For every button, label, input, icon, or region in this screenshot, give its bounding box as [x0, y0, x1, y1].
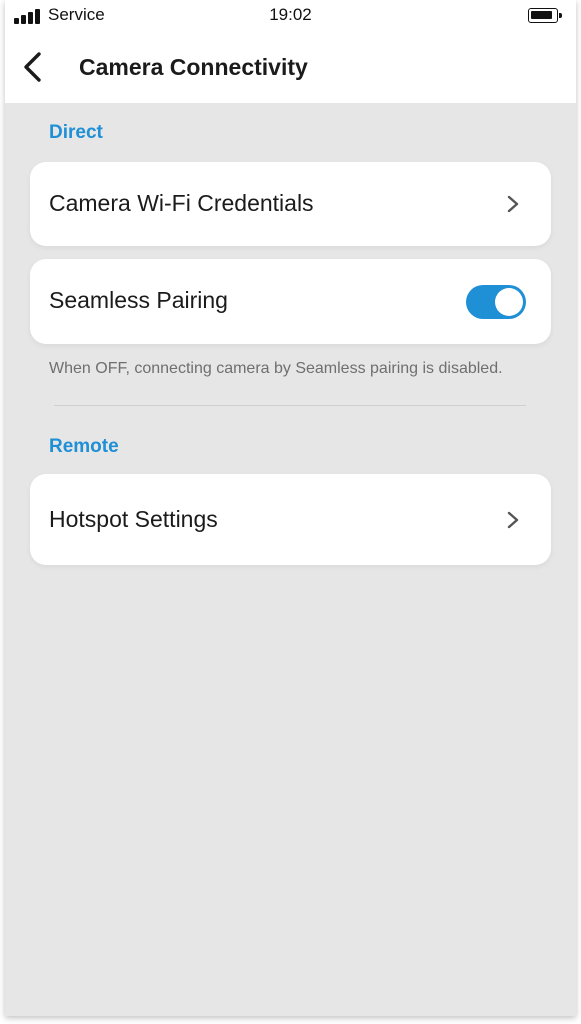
battery-icon [528, 8, 562, 23]
back-button[interactable] [19, 50, 49, 84]
seamless-pairing-hint: When OFF, connecting camera by Seamless … [49, 360, 503, 377]
seamless-pairing-toggle[interactable] [466, 285, 526, 319]
back-arrow-icon [24, 52, 41, 82]
status-time: 19:02 [269, 5, 312, 24]
page-title: Camera Connectivity [79, 54, 308, 80]
hotspot-settings-label: Hotspot Settings [49, 506, 218, 532]
seamless-pairing-label: Seamless Pairing [49, 287, 228, 313]
seamless-pairing-item: Seamless Pairing [30, 259, 551, 344]
hotspot-settings-item[interactable]: Hotspot Settings [30, 474, 551, 565]
section-divider [54, 405, 526, 406]
camera-wifi-credentials-label: Camera Wi-Fi Credentials [49, 190, 314, 216]
chevron-right-icon [507, 511, 519, 529]
section-header-direct: Direct [49, 122, 103, 143]
section-header-remote: Remote [49, 436, 119, 457]
camera-wifi-credentials-item[interactable]: Camera Wi-Fi Credentials [30, 162, 551, 246]
status-bar: Service 19:02 [5, 0, 576, 32]
app-screen: Service 19:02 Camera Connectivity Direct… [5, 0, 576, 1016]
navigation-bar: Camera Connectivity [5, 32, 576, 103]
toggle-knob [495, 288, 523, 316]
chevron-right-icon [507, 195, 519, 213]
